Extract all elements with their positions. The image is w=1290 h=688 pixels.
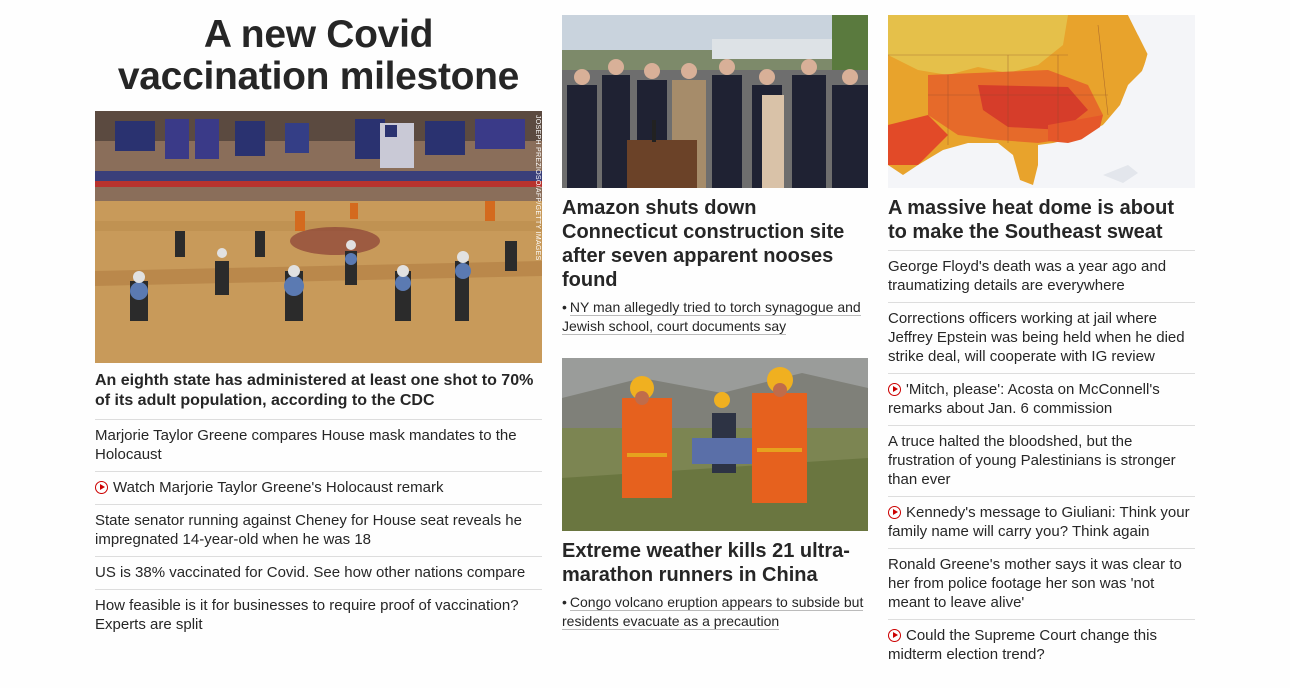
amazon-related: • NY man allegedly tried to torch synagog… — [562, 298, 868, 336]
play-icon — [888, 506, 901, 519]
heat-dome-map — [888, 15, 1195, 188]
marathon-related: • Congo volcano eruption appears to subsi… — [562, 593, 868, 631]
amazon-story-image[interactable] — [562, 15, 868, 188]
list-item[interactable]: Ronald Greene's mother says it was clear… — [888, 548, 1195, 619]
lead-caption[interactable]: An eighth state has administered at leas… — [95, 371, 542, 411]
lead-image[interactable]: JOSEPH PREZIOSO/AFP/GETTY IMAGES — [95, 111, 542, 363]
list-item[interactable]: 'Mitch, please': Acosta on McConnell's r… — [888, 373, 1195, 425]
list-item[interactable]: Could the Supreme Court change this midt… — [888, 619, 1195, 671]
bullet-icon: • — [562, 594, 567, 610]
bullet-icon: • — [562, 299, 567, 315]
list-item[interactable]: George Floyd's death was a year ago and … — [888, 250, 1195, 302]
play-icon — [888, 383, 901, 396]
middle-column: Amazon shuts down Connecticut constructi… — [562, 0, 868, 631]
list-item[interactable]: How feasible is it for businesses to req… — [95, 589, 542, 641]
amazon-headline[interactable]: Amazon shuts down Connecticut constructi… — [562, 196, 868, 292]
list-item[interactable]: A truce halted the bloodshed, but the fr… — [888, 425, 1195, 496]
play-icon — [888, 629, 901, 642]
col3-story-list: George Floyd's death was a year ago and … — [888, 250, 1195, 671]
play-icon — [95, 481, 108, 494]
gym-vaccination-photo — [95, 111, 542, 363]
press-conference-photo — [562, 15, 868, 188]
related-link[interactable]: Congo volcano eruption appears to subsid… — [562, 594, 864, 630]
news-page: A new Covid vaccination milestone JOSEPH… — [0, 0, 1290, 688]
list-item[interactable]: US is 38% vaccinated for Covid. See how … — [95, 556, 542, 589]
list-item[interactable]: Corrections officers working at jail whe… — [888, 302, 1195, 373]
list-item[interactable]: Watch Marjorie Taylor Greene's Holocaust… — [95, 471, 542, 504]
marathon-headline[interactable]: Extreme weather kills 21 ultra-marathon … — [562, 539, 868, 587]
list-item[interactable]: Marjorie Taylor Greene compares House ma… — [95, 419, 542, 471]
rescue-workers-photo — [562, 358, 868, 531]
lead-headline[interactable]: A new Covid vaccination milestone — [95, 14, 542, 98]
list-item[interactable]: Kennedy's message to Giuliani: Think you… — [888, 496, 1195, 548]
photo-credit: JOSEPH PREZIOSO/AFP/GETTY IMAGES — [534, 115, 541, 261]
lead-story-column: A new Covid vaccination milestone JOSEPH… — [95, 0, 542, 641]
related-link[interactable]: NY man allegedly tried to torch synagogu… — [562, 299, 861, 335]
right-column: A massive heat dome is about to make the… — [888, 0, 1195, 671]
col1-story-list: Marjorie Taylor Greene compares House ma… — [95, 419, 542, 641]
list-item[interactable]: State senator running against Cheney for… — [95, 504, 542, 556]
heat-map-image[interactable] — [888, 15, 1195, 188]
marathon-story-image[interactable] — [562, 358, 868, 531]
heat-dome-headline[interactable]: A massive heat dome is about to make the… — [888, 196, 1195, 244]
